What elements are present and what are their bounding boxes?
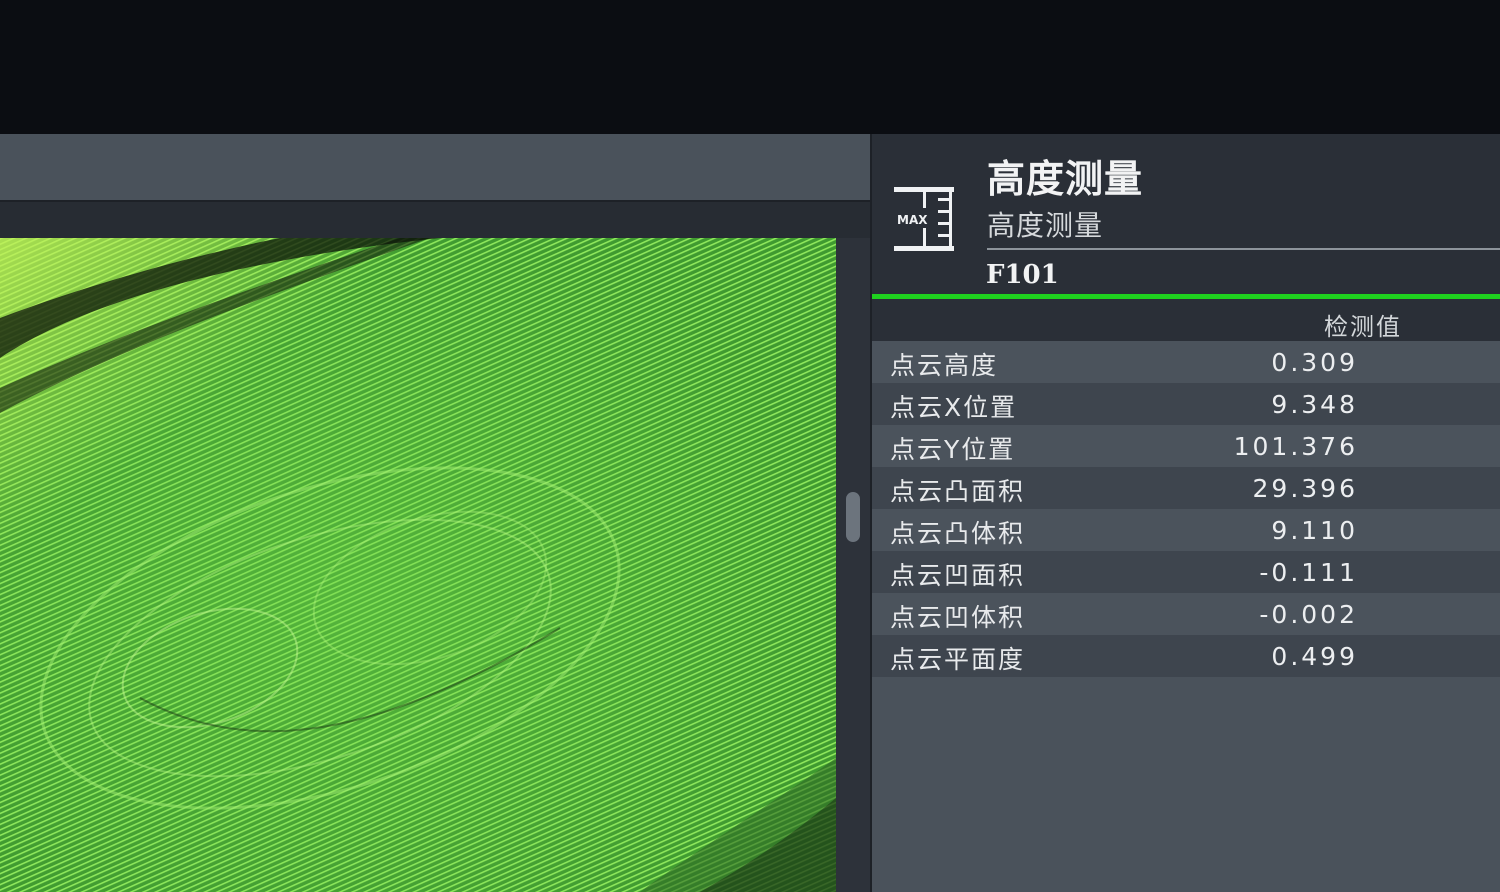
measurement-panel: MAX 高度测量 高度测量 F101 检测值 点云高度 0.309 点云X位置 …	[870, 134, 1500, 892]
viewport-scrollbar[interactable]	[836, 238, 870, 892]
result-label: 点云高度	[890, 351, 999, 380]
point-cloud-view	[0, 134, 870, 892]
result-row[interactable]: 点云凸面积 29.396	[872, 467, 1500, 509]
result-row[interactable]: 点云凹体积 -0.002	[872, 593, 1500, 635]
result-label: 点云凸体积	[890, 519, 1026, 548]
results-header-row: 检测值	[872, 299, 1500, 341]
view-toolbar	[0, 134, 870, 202]
tool-id: F101	[986, 260, 1059, 290]
result-row[interactable]: 点云凸体积 9.110	[872, 509, 1500, 551]
result-row[interactable]: 点云凹面积 -0.111	[872, 551, 1500, 593]
result-row[interactable]: 点云X位置 9.348	[872, 383, 1500, 425]
top-bar	[0, 0, 1500, 134]
result-value: 9.348	[1271, 390, 1358, 419]
result-value: 9.110	[1271, 516, 1358, 545]
result-label: 点云X位置	[890, 393, 1018, 422]
result-value: 29.396	[1252, 474, 1358, 503]
scrollbar-thumb[interactable]	[846, 492, 860, 542]
icon-max-label: MAX	[897, 213, 928, 227]
panel-subtitle: 高度测量	[987, 209, 1104, 242]
point-cloud-image	[0, 238, 836, 892]
header-divider	[987, 248, 1500, 250]
result-row[interactable]: 点云平面度 0.499	[872, 635, 1500, 677]
result-label: 点云凹体积	[890, 603, 1026, 632]
view-header-strip	[0, 202, 870, 238]
result-row[interactable]: 点云高度 0.309	[872, 341, 1500, 383]
column-header-value: 检测值	[1324, 313, 1402, 341]
result-value: -0.111	[1259, 558, 1358, 587]
result-label: 点云凹面积	[890, 561, 1026, 590]
panel-header: MAX 高度测量 高度测量 F101	[872, 134, 1500, 296]
results-list: 点云高度 0.309 点云X位置 9.348 点云Y位置 101.376 点云凸…	[872, 341, 1500, 677]
result-row[interactable]: 点云Y位置 101.376	[872, 425, 1500, 467]
panel-title: 高度测量	[987, 157, 1144, 201]
result-value: 0.309	[1271, 348, 1358, 377]
max-height-measure-icon: MAX	[894, 187, 954, 251]
result-value: 0.499	[1271, 642, 1358, 671]
result-value: 101.376	[1233, 432, 1358, 461]
result-value: -0.002	[1259, 600, 1358, 629]
result-label: 点云Y位置	[890, 435, 1016, 464]
result-label: 点云凸面积	[890, 477, 1026, 506]
result-label: 点云平面度	[890, 645, 1026, 674]
point-cloud-viewport[interactable]	[0, 238, 836, 892]
